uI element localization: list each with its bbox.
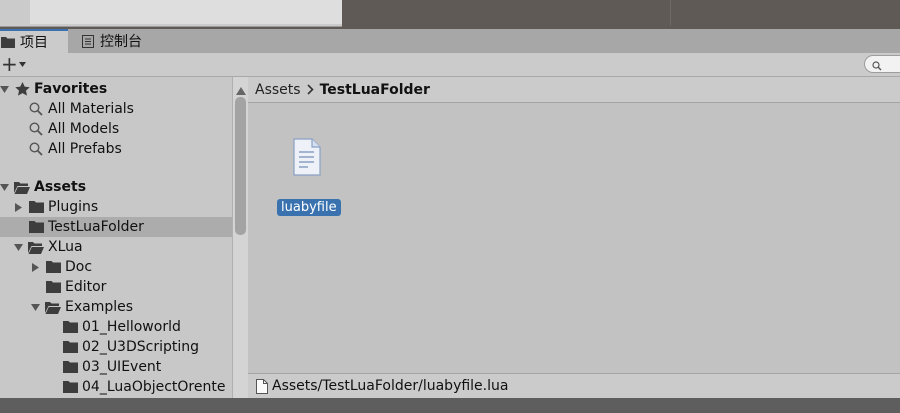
- folder-icon: [62, 360, 78, 374]
- tree-item-all-models[interactable]: All Models: [0, 119, 232, 139]
- tab-console[interactable]: 控制台: [72, 29, 162, 53]
- breadcrumb-assets[interactable]: Assets: [255, 82, 301, 98]
- tree-item-label: 01_Helloworld: [82, 319, 181, 335]
- tree-item-label: 02_U3DScripting: [82, 339, 200, 355]
- tree-item-plugins[interactable]: Plugins: [0, 197, 232, 217]
- expanded-arrow-icon: [12, 241, 24, 253]
- tree-item-all-materials[interactable]: All Materials: [0, 99, 232, 119]
- tree-item-label: Favorites: [34, 81, 108, 97]
- folder-icon: [0, 35, 16, 49]
- search-icon: [872, 59, 882, 75]
- folder-icon: [28, 220, 44, 234]
- tree-item-label: XLua: [48, 239, 83, 255]
- asset-content-panel: [248, 77, 900, 373]
- expanded-arrow-icon: [0, 83, 10, 95]
- scroll-up-arrow-icon[interactable]: [236, 83, 246, 95]
- expanded-arrow-icon: [0, 181, 10, 193]
- tree-item-testluafolder[interactable]: TestLuaFolder: [0, 217, 232, 237]
- tree-item-xlua[interactable]: XLua: [0, 237, 232, 257]
- tree-item-label: Examples: [65, 299, 134, 315]
- chevron-right-icon: [306, 84, 314, 95]
- tree-item-examples[interactable]: Examples: [0, 297, 232, 317]
- tree-item-label: All Models: [48, 121, 120, 137]
- expanded-arrow-icon: [29, 301, 41, 313]
- tree-item-label: Plugins: [48, 199, 99, 215]
- star-icon: [14, 82, 30, 96]
- scrollbar-thumb[interactable]: [235, 97, 246, 235]
- folder-icon: [62, 320, 78, 334]
- tree-item-favorites[interactable]: Favorites: [0, 79, 232, 99]
- tree-item-label: 03_UIEvent: [82, 359, 162, 375]
- selected-asset-path: Assets/TestLuaFolder/luabyfile.lua: [272, 378, 509, 394]
- add-label: +: [1, 52, 18, 76]
- folder-icon: [45, 260, 61, 274]
- tree-item-editor[interactable]: Editor: [0, 277, 232, 297]
- tree-item-label: 04_LuaObjectOrente: [82, 379, 226, 395]
- bottom-strip: [0, 398, 900, 413]
- tree-item-label: Assets: [34, 179, 87, 195]
- file-icon: [256, 378, 268, 394]
- top-left-panel-inner: [30, 0, 342, 24]
- folder-icon: [62, 340, 78, 354]
- tree-item-example-03[interactable]: 03_UIEvent: [0, 357, 232, 377]
- tab-project[interactable]: 项目: [0, 29, 68, 53]
- add-asset-button[interactable]: +: [0, 53, 26, 75]
- tab-project-label: 项目: [20, 35, 48, 51]
- breadcrumb-current-folder[interactable]: TestLuaFolder: [320, 82, 430, 98]
- project-toolbar: +: [0, 53, 900, 77]
- tree-item-example-02[interactable]: 02_U3DScripting: [0, 337, 232, 357]
- status-bar: Assets/TestLuaFolder/luabyfile.lua: [248, 373, 900, 398]
- tree-item-label: All Prefabs: [48, 141, 122, 157]
- tree-item-example-01[interactable]: 01_Helloworld: [0, 317, 232, 337]
- breadcrumb: Assets TestLuaFolder: [248, 77, 900, 103]
- tree-item-label: TestLuaFolder: [48, 219, 144, 235]
- tree-item-assets[interactable]: Assets: [0, 177, 232, 197]
- file-icon[interactable]: [292, 138, 322, 176]
- open-folder-icon: [28, 240, 44, 254]
- collapsed-arrow-icon: [29, 261, 41, 273]
- asset-file-label[interactable]: luabyfile: [277, 199, 341, 216]
- folder-icon: [45, 280, 61, 294]
- tree-item-label: Doc: [65, 259, 93, 275]
- project-tree-panel: Favorites All Materials All Models All P…: [0, 77, 232, 398]
- tree-item-label: All Materials: [48, 101, 134, 117]
- folder-icon: [62, 380, 78, 394]
- dropdown-arrow-icon: [18, 61, 26, 67]
- tree-item-example-04[interactable]: 04_LuaObjectOrente: [0, 377, 232, 397]
- tab-bar: 项目 控制台: [0, 29, 900, 54]
- open-folder-icon: [45, 300, 61, 314]
- tree-item-label: Editor: [65, 279, 107, 295]
- folder-icon: [28, 200, 44, 214]
- collapsed-arrow-icon: [12, 201, 24, 213]
- tab-console-label: 控制台: [100, 34, 142, 50]
- search-icon: [28, 102, 44, 116]
- tree-item-all-prefabs[interactable]: All Prefabs: [0, 139, 232, 159]
- tree-item-doc[interactable]: Doc: [0, 257, 232, 277]
- search-input[interactable]: [864, 55, 900, 73]
- scene-grid-line: [670, 0, 671, 26]
- open-folder-icon: [14, 180, 30, 194]
- search-icon: [28, 142, 44, 156]
- search-icon: [28, 122, 44, 136]
- console-icon: [80, 34, 96, 48]
